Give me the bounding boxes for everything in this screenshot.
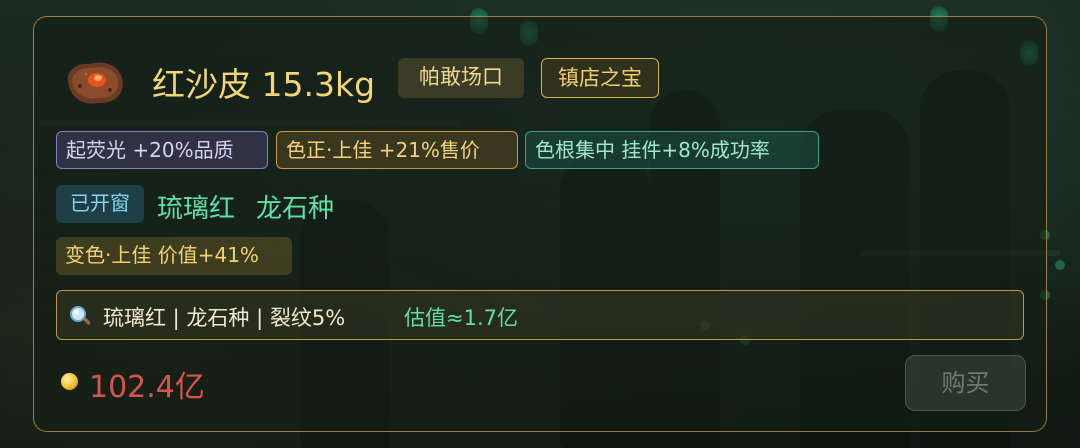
item-title: 红沙皮 15.3kg: [152, 65, 376, 104]
origin-tag: 帕敢场口: [398, 58, 524, 98]
jade-color-label: 琉璃红: [157, 194, 236, 224]
attribute-color-quality: 色正·上佳 +21%售价: [276, 131, 518, 169]
attribute-fluorescence: 起荧光 +20%品质: [56, 131, 268, 169]
inspection-result-bar: 琉璃红 | 龙石种 | 裂纹5% 估值≈1.7亿: [56, 290, 1024, 340]
gold-coin-icon: [61, 373, 78, 390]
window-opened-badge: 已开窗: [56, 185, 144, 223]
magnifier-icon: [70, 306, 91, 325]
inspection-summary: 琉璃红 | 龙石种 | 裂纹5%: [103, 306, 346, 330]
jade-type-label: 龙石种: [256, 194, 335, 224]
rough-stone-icon: [67, 62, 123, 104]
buy-button[interactable]: 购买: [905, 355, 1026, 411]
rarity-badge: 镇店之宝: [541, 58, 659, 98]
color-change-tag: 变色·上佳 价值+41%: [56, 237, 292, 275]
jade-decoration: [1055, 260, 1065, 270]
attribute-color-root: 色根集中 挂件+8%成功率: [525, 131, 819, 169]
estimated-value: 估值≈1.7亿: [404, 306, 518, 330]
price-value: 102.4亿: [89, 370, 205, 405]
